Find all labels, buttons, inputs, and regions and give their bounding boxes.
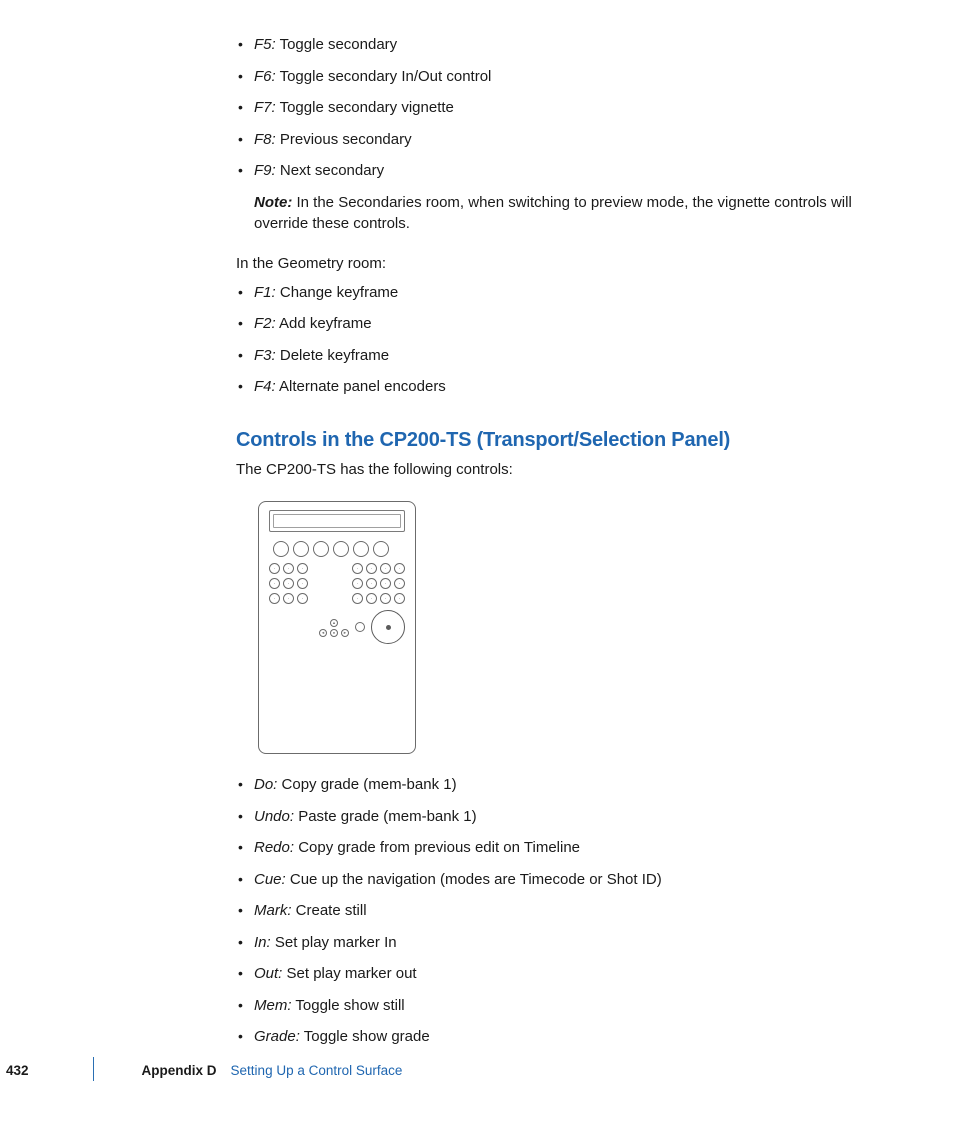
list-item: Do: Copy grade (mem-bank 1)	[254, 774, 880, 797]
key-desc: Set play marker In	[275, 934, 397, 951]
list-item: F4: Alternate panel encoders	[254, 376, 880, 399]
panel-display	[269, 510, 405, 532]
controls-list: Do: Copy grade (mem-bank 1) Undo: Paste …	[254, 774, 880, 1049]
key-label: F6:	[254, 68, 276, 85]
key-label: F3:	[254, 347, 276, 364]
key-label: Cue:	[254, 871, 286, 888]
list-item: Mem: Toggle show still	[254, 995, 880, 1018]
key-label: Mem:	[254, 997, 292, 1014]
key-desc: Delete keyframe	[280, 347, 389, 364]
list-item: F9: Next secondary	[254, 160, 880, 183]
key-desc: Paste grade (mem-bank 1)	[298, 808, 476, 825]
key-label: Undo:	[254, 808, 294, 825]
jog-wheel	[371, 610, 405, 644]
appendix-label: Appendix D	[142, 1061, 217, 1081]
knob-row: ▲ ◄●►	[269, 610, 405, 644]
row-small-1	[269, 563, 405, 574]
list-item: F8: Previous secondary	[254, 129, 880, 152]
fkey-list-secondaries: F5: Toggle secondary F6: Toggle secondar…	[254, 34, 880, 183]
cp200-ts-panel: ▲ ◄●►	[258, 501, 416, 754]
key-label: F9:	[254, 162, 276, 179]
row-small-3	[269, 593, 405, 604]
key-label: Mark:	[254, 902, 292, 919]
section-heading: Controls in the CP200-TS (Transport/Sele…	[236, 425, 880, 455]
panel-diagram: ▲ ◄●►	[258, 501, 880, 754]
list-item: Cue: Cue up the navigation (modes are Ti…	[254, 869, 880, 892]
fkey-list-geometry: F1: Change keyframe F2: Add keyframe F3:…	[254, 282, 880, 399]
key-desc: Toggle show still	[295, 997, 404, 1014]
note-block: Note: In the Secondaries room, when swit…	[254, 192, 880, 236]
list-item: Mark: Create still	[254, 900, 880, 923]
key-desc: Copy grade from previous edit on Timelin…	[298, 839, 580, 856]
small-knob	[355, 622, 365, 632]
key-label: Do:	[254, 776, 277, 793]
key-desc: Alternate panel encoders	[279, 378, 446, 395]
dpad: ▲ ◄●►	[319, 619, 349, 639]
key-desc: Create still	[296, 902, 367, 919]
key-label: In:	[254, 934, 271, 951]
list-item: F1: Change keyframe	[254, 282, 880, 305]
key-desc: Toggle secondary In/Out control	[280, 68, 492, 85]
row-small-2	[269, 578, 405, 589]
geometry-intro: In the Geometry room:	[236, 253, 880, 276]
key-desc: Toggle secondary	[280, 36, 398, 53]
appendix-title: Setting Up a Control Surface	[231, 1061, 403, 1081]
list-item: F5: Toggle secondary	[254, 34, 880, 57]
key-label: F2:	[254, 315, 276, 332]
key-label: F7:	[254, 99, 276, 116]
key-label: Out:	[254, 965, 282, 982]
key-desc: Add keyframe	[279, 315, 372, 332]
list-item: In: Set play marker In	[254, 932, 880, 955]
list-item: F2: Add keyframe	[254, 313, 880, 336]
key-label: F5:	[254, 36, 276, 53]
list-item: F3: Delete keyframe	[254, 345, 880, 368]
list-item: Undo: Paste grade (mem-bank 1)	[254, 806, 880, 829]
note-text: In the Secondaries room, when switching …	[254, 194, 852, 233]
note-label: Note:	[254, 194, 292, 211]
page-footer: 432 Appendix D Setting Up a Control Surf…	[118, 1057, 402, 1081]
key-desc: Cue up the navigation (modes are Timecod…	[290, 871, 662, 888]
key-desc: Set play marker out	[287, 965, 417, 982]
page-body: F5: Toggle secondary F6: Toggle secondar…	[0, 0, 920, 1049]
row-large	[273, 541, 405, 557]
list-item: Out: Set play marker out	[254, 963, 880, 986]
key-label: F8:	[254, 131, 276, 148]
page-number: 432	[6, 1061, 29, 1081]
key-label: Grade:	[254, 1028, 300, 1045]
list-item: F6: Toggle secondary In/Out control	[254, 66, 880, 89]
key-label: Redo:	[254, 839, 294, 856]
list-item: Redo: Copy grade from previous edit on T…	[254, 837, 880, 860]
key-desc: Next secondary	[280, 162, 384, 179]
list-item: Grade: Toggle show grade	[254, 1026, 880, 1049]
list-item: F7: Toggle secondary vignette	[254, 97, 880, 120]
key-desc: Previous secondary	[280, 131, 412, 148]
key-desc: Copy grade (mem-bank 1)	[282, 776, 457, 793]
key-desc: Change keyframe	[280, 284, 398, 301]
key-label: F4:	[254, 378, 276, 395]
key-desc: Toggle show grade	[304, 1028, 430, 1045]
key-desc: Toggle secondary vignette	[280, 99, 454, 116]
footer-rule	[93, 1057, 94, 1081]
key-label: F1:	[254, 284, 276, 301]
section-intro: The CP200-TS has the following controls:	[236, 459, 880, 482]
